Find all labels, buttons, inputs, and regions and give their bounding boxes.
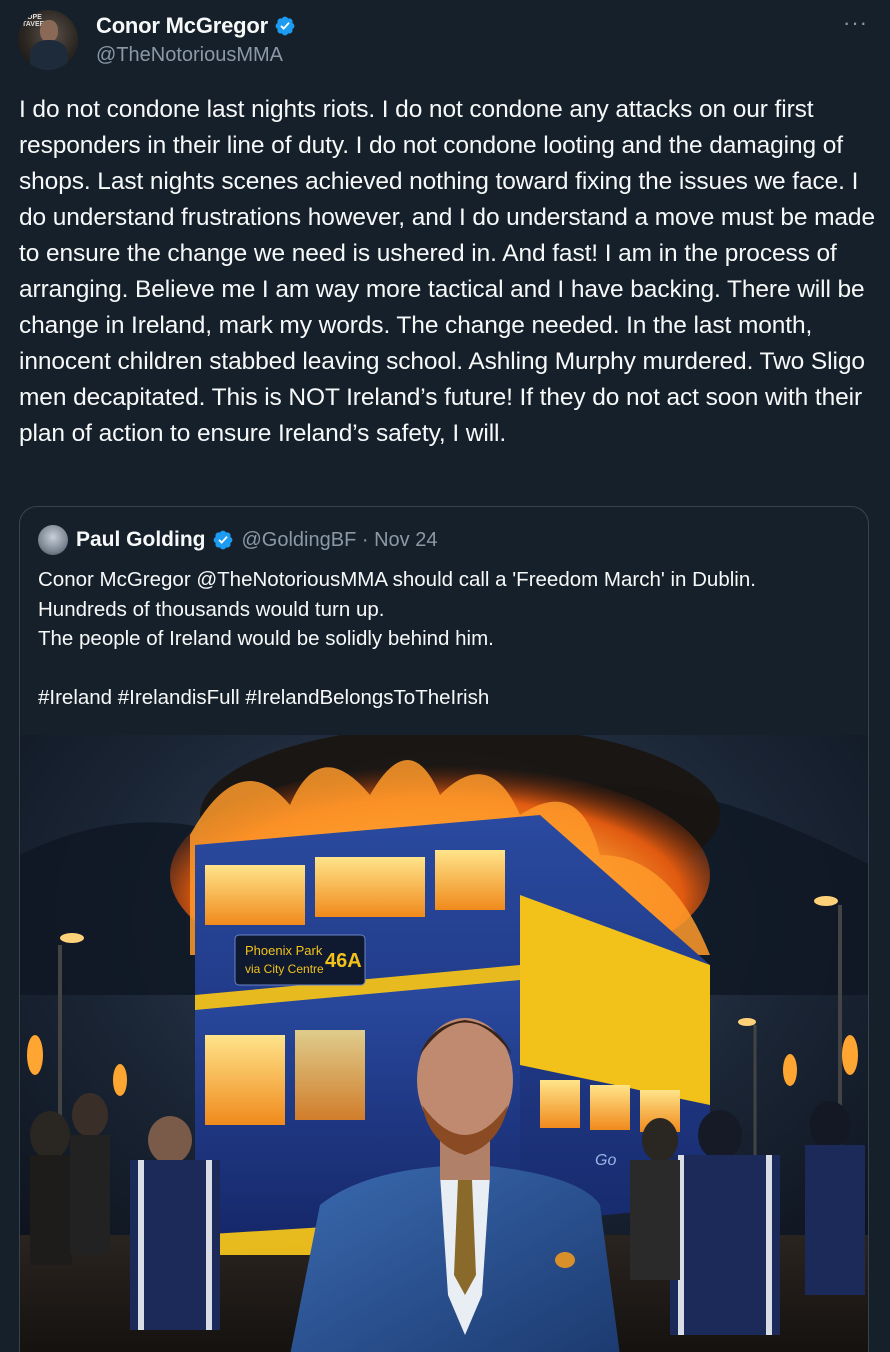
bus-window [540,1080,580,1128]
bus-window [205,1035,285,1125]
quoted-verified-badge-icon [213,530,232,550]
author-handle[interactable]: @TheNotoriousMMA [96,44,283,67]
tweet-text: I do not condone last nights riots. I do… [19,96,875,447]
bus-sign-line1: Phoenix Park [245,943,323,958]
avatar-face [40,20,58,42]
more-options-icon[interactable]: ··· [843,10,868,36]
quoted-author-name[interactable]: Paul Golding [76,528,206,552]
bus-window [315,857,425,917]
street-lamp-left [60,933,84,943]
bus-window [590,1085,630,1130]
street-lamp-right-far [738,1018,756,1026]
author-avatar[interactable]: HOPE TAVERN [18,10,78,70]
bus-route-number: 46A [325,950,362,972]
bus-window [205,865,305,925]
street-lamp-right [814,896,838,906]
bus-sign-line2: via City Centre [245,962,324,976]
quoted-tweet-header: Paul Golding @GoldingBF · Nov 24 [38,525,437,555]
quoted-tweet[interactable]: Paul Golding @GoldingBF · Nov 24 Conor M… [19,506,869,1352]
bus-window [435,850,505,910]
bus-door [295,1030,365,1120]
bus-side-logo: Go [595,1152,616,1169]
quoted-handle-date[interactable]: @GoldingBF · Nov 24 [242,529,438,552]
tweet: HOPE TAVERN Conor McGregor @TheNotorious… [0,0,890,1352]
quoted-tweet-text: Conor McGregor @TheNotoriousMMA should c… [38,568,756,709]
verified-badge-icon [275,16,295,36]
quoted-author-avatar[interactable] [38,525,68,555]
author-display-name[interactable]: Conor McGregor [96,13,268,39]
avatar-body [30,40,68,70]
quoted-tweet-image[interactable]: Phoenix Park via City Centre 46A Go [20,735,869,1352]
author-name-row: Conor McGregor [96,13,296,39]
